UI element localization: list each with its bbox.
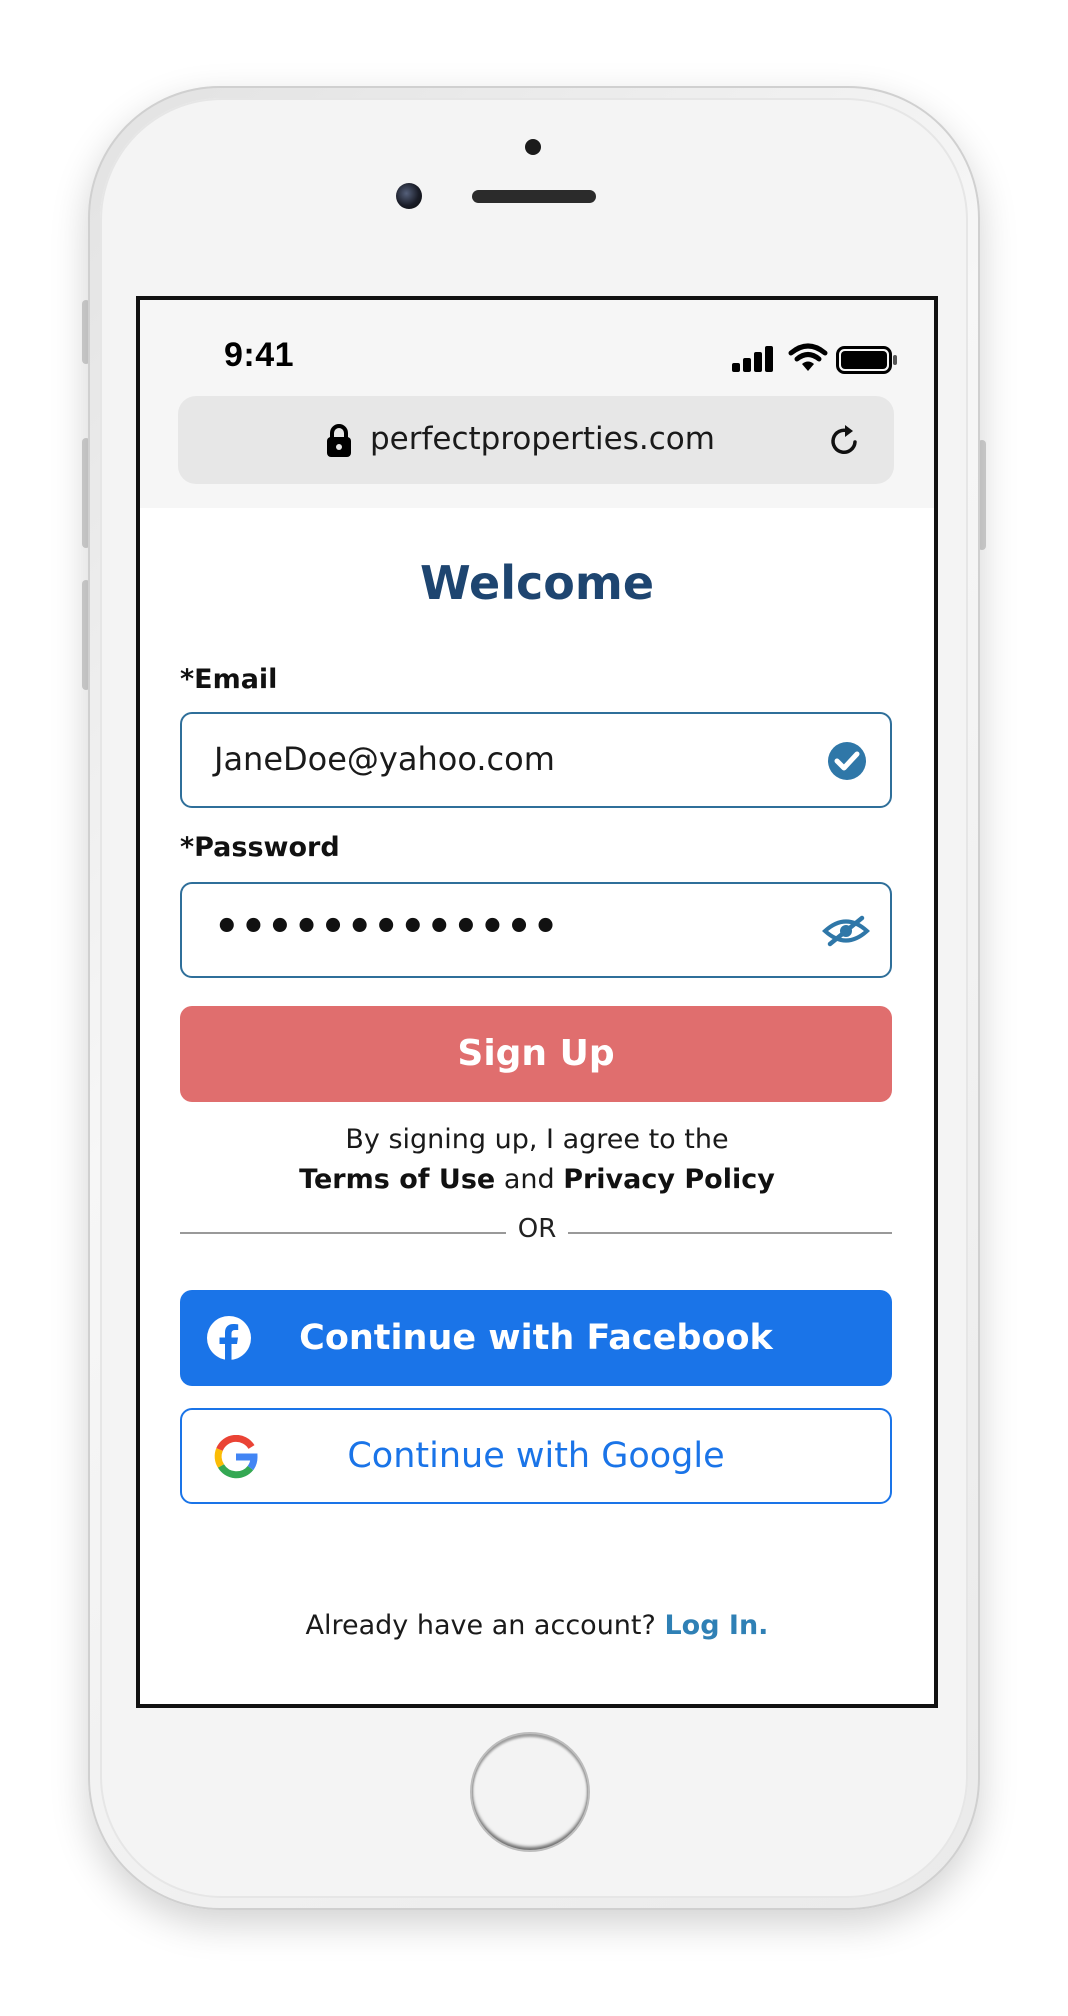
legal-intro: By signing up, I agree to the <box>345 1124 729 1155</box>
log-in-link[interactable]: Log In. <box>664 1610 768 1641</box>
lock-icon <box>327 424 351 457</box>
reload-icon[interactable] <box>828 422 862 458</box>
browser-chrome: 9:41 perfectproperties.com <box>140 300 934 508</box>
privacy-policy-link[interactable]: Privacy Policy <box>563 1164 775 1195</box>
battery-icon <box>836 346 897 374</box>
wifi-icon <box>788 343 828 371</box>
login-prompt-line: Already have an account? Log In. <box>140 1610 934 1641</box>
legal-conjunction: and <box>503 1164 555 1195</box>
check-circle-icon <box>828 742 866 780</box>
email-label: *Email <box>180 664 278 695</box>
front-camera <box>396 183 422 209</box>
device-mockup: 9:41 perfectproperties.com Welcome *Emai… <box>0 0 1068 2016</box>
terms-of-use-link[interactable]: Terms of Use <box>299 1164 495 1195</box>
password-value: ••••••••••••• <box>214 904 560 950</box>
eye-slash-icon[interactable] <box>822 914 870 948</box>
url-text: perfectproperties.com <box>370 421 715 457</box>
phone-screen: 9:41 perfectproperties.com Welcome *Emai… <box>136 296 938 1708</box>
cellular-signal-icon <box>732 346 773 372</box>
page-title: Welcome <box>419 556 655 610</box>
login-prompt: Already have an account? <box>305 1610 656 1641</box>
divider-line-right <box>568 1232 892 1234</box>
or-divider: OR <box>517 1214 557 1244</box>
email-value: JaneDoe@yahoo.com <box>214 740 555 778</box>
password-field[interactable]: ••••••••••••• <box>180 882 892 978</box>
address-bar[interactable]: perfectproperties.com <box>178 396 894 484</box>
proximity-sensor <box>525 139 541 155</box>
sign-up-button[interactable]: Sign Up <box>180 1006 892 1102</box>
legal-links: Terms of Use and Privacy Policy <box>140 1164 934 1195</box>
facebook-button-label: Continue with Facebook <box>299 1318 773 1358</box>
earpiece-speaker <box>472 190 596 203</box>
password-label: *Password <box>180 832 340 863</box>
status-time: 9:41 <box>224 336 295 374</box>
continue-with-google-button[interactable]: Continue with Google <box>180 1408 892 1504</box>
home-button[interactable] <box>472 1734 588 1850</box>
email-field[interactable]: JaneDoe@yahoo.com <box>180 712 892 808</box>
continue-with-facebook-button[interactable]: Continue with Facebook <box>180 1290 892 1386</box>
google-button-label: Continue with Google <box>347 1436 725 1476</box>
